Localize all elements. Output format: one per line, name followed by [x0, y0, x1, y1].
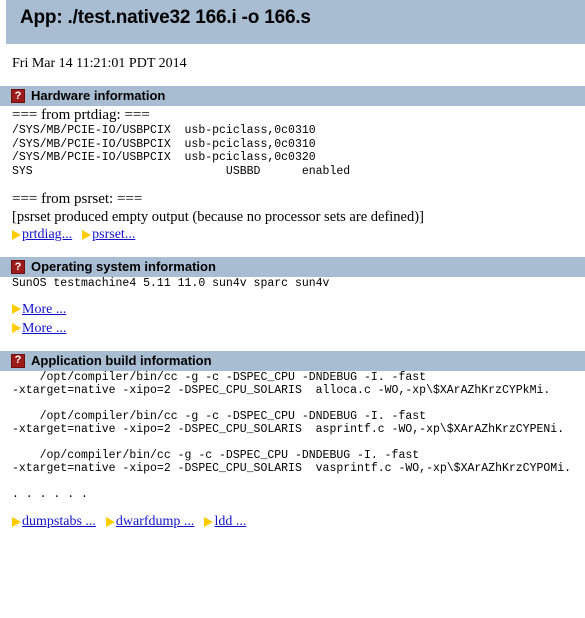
help-icon[interactable]: ?	[11, 260, 25, 274]
section-header-os: ? Operating system information	[0, 257, 585, 277]
section-header-hardware: ? Hardware information	[0, 86, 585, 106]
arrow-right-icon	[82, 229, 92, 240]
arrow-right-icon	[204, 516, 214, 527]
section-title-os: Operating system information	[31, 259, 216, 274]
psrset-heading: === from psrset: ===	[12, 191, 143, 207]
arrow-right-icon	[12, 229, 21, 240]
build-command-3: /op/compiler/bin/cc -g -c -DSPEC_CPU -DN…	[12, 448, 571, 476]
build-command-1: /opt/compiler/bin/cc -g -c -DSPEC_CPU -D…	[12, 370, 551, 398]
link-item[interactable]: psrset...	[82, 226, 135, 243]
prtdiag-heading: === from prtdiag: ===	[12, 107, 150, 123]
build-command-2: /opt/compiler/bin/cc -g -c -DSPEC_CPU -D…	[12, 409, 565, 437]
link-item[interactable]: dwarfdump ...	[105, 513, 195, 530]
link-ldd[interactable]: ldd ...	[214, 513, 246, 530]
os-links: More ... More ...	[0, 301, 585, 337]
prtdiag-output: /SYS/MB/PCIE-IO/USBPCIX usb-pciclass,0c0…	[12, 124, 351, 178]
arrow-right-icon	[12, 516, 21, 527]
build-ellipsis: . . . . . .	[12, 487, 88, 501]
link-item[interactable]: prtdiag...	[12, 226, 72, 243]
report-timestamp: Fri Mar 14 11:21:01 PDT 2014	[12, 56, 187, 71]
link-os-more-2[interactable]: More ...	[22, 320, 66, 337]
arrow-right-icon	[12, 323, 21, 333]
link-item[interactable]: dumpstabs ...	[12, 513, 96, 530]
link-item[interactable]: More ...	[12, 320, 585, 337]
link-item[interactable]: ldd ...	[204, 513, 246, 530]
link-psrset[interactable]: psrset...	[92, 226, 135, 243]
link-dwarfdump[interactable]: dwarfdump ...	[116, 513, 195, 530]
section-title-hardware: Hardware information	[31, 88, 166, 103]
section-header-build: ? Application build information	[0, 350, 585, 371]
section-title-build: Application build information	[31, 352, 212, 368]
link-prtdiag[interactable]: prtdiag...	[22, 226, 72, 243]
psrset-output: [psrset produced empty output (because n…	[12, 209, 424, 225]
page-title: App: ./test.native32 166.i -o 166.s	[20, 7, 311, 28]
link-os-more-1[interactable]: More ...	[22, 301, 66, 318]
link-dumpstabs[interactable]: dumpstabs ...	[22, 513, 96, 530]
hardware-links: prtdiag... psrset...	[0, 226, 585, 243]
help-icon[interactable]: ?	[11, 89, 25, 103]
help-icon[interactable]: ?	[11, 353, 25, 368]
link-item[interactable]: More ...	[12, 301, 585, 318]
arrow-right-icon	[105, 516, 115, 527]
build-links: dumpstabs ... dwarfdump ... ldd ...	[0, 513, 585, 530]
arrow-right-icon	[12, 304, 21, 314]
app-title-bar: App: ./test.native32 166.i -o 166.s	[6, 0, 585, 44]
os-uname-output: SunOS testmachine4 5.11 11.0 sun4v sparc…	[12, 277, 330, 290]
